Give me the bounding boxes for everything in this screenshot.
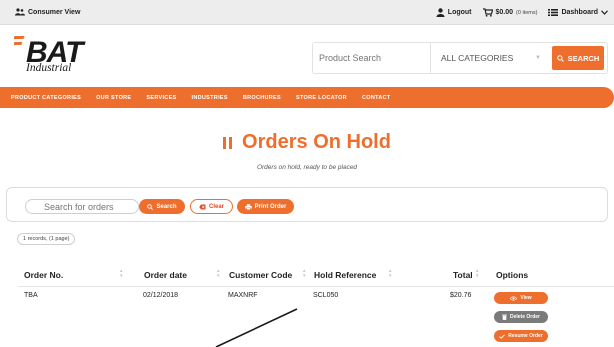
print-order-button-label: Print Order [254,203,287,210]
nav-product-categories[interactable]: PRODUCT CATEGORIES [11,95,81,101]
nav-store-locator[interactable]: STORE LOCATOR [296,95,347,101]
header-total[interactable]: Total [453,270,473,280]
header-options: Options [496,270,529,280]
resume-order-button-label: Resume Order [508,333,543,339]
orders-search-input[interactable] [25,199,139,214]
sort-icon[interactable]: ▲ ▼ [302,268,306,278]
dashboard-icon [548,9,559,16]
page-title: Orders On Hold [223,131,391,154]
view-button[interactable]: View [494,292,548,304]
nav-industries[interactable]: INDUSTRIES [192,95,228,101]
orders-search-button[interactable]: Search [139,199,185,214]
resume-order-button[interactable]: Resume Order [494,330,548,342]
logo-subtitle: Industrial [26,62,72,74]
delete-order-button-label: Delete Order [509,314,540,320]
select-arrow-icon: ▼ [535,55,541,61]
cell-total: $20.76 [450,292,472,299]
dashboard-menu[interactable]: Dashboard [548,9,608,16]
records-info: 1 records, (1 page) [17,233,76,245]
header-customer-code[interactable]: Customer Code [229,270,292,280]
cart-total: $0.00 [495,9,514,16]
trash-icon [501,314,507,320]
dashboard-label: Dashboard [561,9,598,16]
nav-contact[interactable]: CONTACT [362,95,391,101]
users-icon [15,8,25,16]
cart-icon [482,8,493,17]
search-icon [556,54,564,62]
cell-order-no: TBA [24,292,38,299]
nav-our-store[interactable]: OUR STORE [96,95,131,101]
site-header: BAT Industrial ALL CATEGORIES ▼ SEARCH [0,26,614,88]
eye-icon [510,295,518,301]
logout-link[interactable]: Logout [436,8,472,17]
user-icon [436,8,445,17]
clear-button-label: Clear [208,203,224,210]
sort-icon[interactable]: ▲ ▼ [388,268,392,278]
sort-icon[interactable]: ▲ ▼ [216,268,220,278]
chevron-down-icon [601,10,608,15]
bat-logo[interactable]: BAT [14,32,94,84]
category-selected-label: ALL CATEGORIES [441,53,514,63]
cell-customer-code: MAXNRF [228,292,258,299]
product-search-button[interactable]: SEARCH [552,46,604,70]
page-subtitle: Orders on hold, ready to be placed [256,164,358,171]
search-button-label: SEARCH [567,53,600,63]
search-icon [147,203,154,210]
sort-icon[interactable]: ▲ ▼ [475,268,479,278]
print-order-button[interactable]: Print Order [237,199,294,214]
delete-order-button[interactable]: Delete Order [494,311,548,323]
cell-hold-reference: SCL050 [313,292,339,299]
pause-icon [223,136,233,149]
logout-label: Logout [447,9,472,16]
nav-services[interactable]: SERVICES [146,95,176,101]
consumer-view-link[interactable]: Consumer View [15,8,80,16]
check-icon [499,333,506,339]
page: Consumer View Logout $0.00 (0 items) Das… [0,0,614,347]
header-hold-reference[interactable]: Hold Reference [314,270,376,280]
main-nav: PRODUCT CATEGORIES OUR STORE SERVICES IN… [0,87,614,108]
page-title-row: Orders On Hold [0,131,614,154]
filter-panel: Search Clear Print Order [6,187,608,222]
printer-icon [244,203,252,210]
cart-link[interactable]: $0.00 (0 items) [482,8,538,17]
consumer-view-label: Consumer View [28,8,81,16]
header-order-date[interactable]: Order date [144,270,187,280]
sort-icon[interactable]: ▲ ▼ [119,268,123,278]
product-search-bar: ALL CATEGORIES ▼ SEARCH [312,42,608,74]
top-bar: Consumer View Logout $0.00 (0 items) Das… [0,0,614,25]
page-title-text: Orders On Hold [242,131,391,153]
category-select[interactable]: ALL CATEGORIES ▼ [431,43,549,73]
header-order-no[interactable]: Order No. [24,270,63,280]
clear-button[interactable]: Clear [190,199,233,214]
eraser-icon [199,204,206,209]
table-header-divider [18,286,614,287]
view-button-label: View [520,295,532,301]
orders-search-button-label: Search [156,203,177,210]
nav-brochures[interactable]: BROCHURES [243,95,281,101]
cart-item-count: (0 items) [516,9,538,16]
product-search-input[interactable] [313,43,431,73]
cell-order-date: 02/12/2018 [143,292,179,299]
